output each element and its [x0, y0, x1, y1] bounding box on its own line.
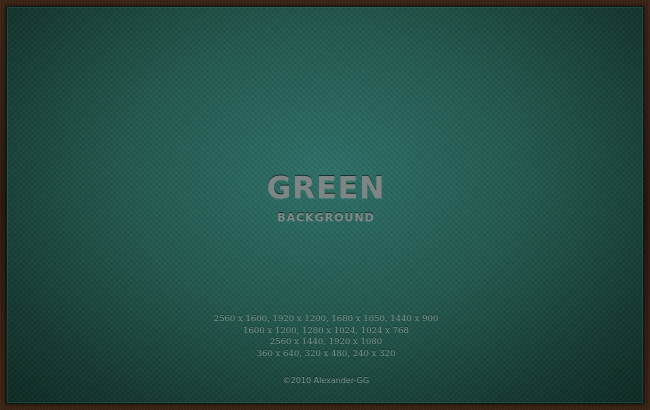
resolution-line: 360 x 640, 320 x 480, 240 x 320: [256, 348, 396, 359]
copyright-text: ©2010 Alexander-GG: [282, 376, 370, 385]
resolution-line: 2560 x 1600, 1920 x 1200, 1680 x 1050, 1…: [213, 314, 439, 324]
resolution-line: 1600 x 1200, 1280 x 1024, 1024 x 768: [243, 325, 409, 336]
wallpaper-frame: GREEN BACKGROUND 2560 x 1600, 1920 x 120…: [0, 0, 650, 410]
wallpaper-panel: GREEN BACKGROUND 2560 x 1600, 1920 x 120…: [6, 6, 644, 404]
resolution-list: 2560 x 1600, 1920 x 1200, 1680 x 1050, 1…: [7, 314, 645, 360]
resolution-line: 2560 x 1440, 1920 x 1080: [269, 337, 383, 347]
wallpaper-subtitle: BACKGROUND: [277, 211, 375, 224]
wallpaper-title: GREEN: [266, 171, 386, 206]
